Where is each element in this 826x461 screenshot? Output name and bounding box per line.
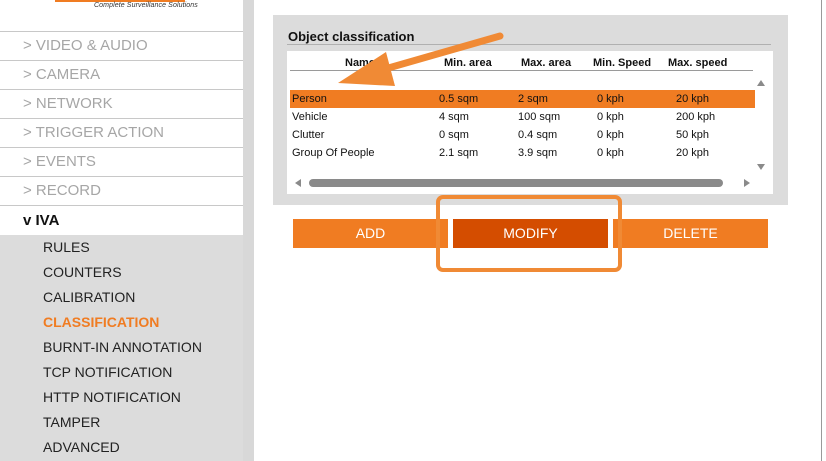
column-header-name[interactable]: Name: [345, 57, 375, 69]
submenu-item-calibration[interactable]: CALIBRATION: [43, 289, 135, 305]
cell-max-speed: 20 kph: [676, 93, 710, 105]
submenu-item-counters[interactable]: COUNTERS: [43, 264, 122, 280]
content-right-border: [821, 0, 822, 461]
logo-tagline: Complete Surveillance Solutions: [94, 2, 198, 9]
cell-max-area: 2 sqm: [518, 93, 548, 105]
panel-title-divider: [287, 44, 771, 45]
cell-max-speed: 50 kph: [676, 129, 710, 141]
column-header-max-area[interactable]: Max. area: [521, 57, 571, 69]
horizontal-scrollbar-thumb[interactable]: [309, 179, 723, 187]
table-row-vehicle[interactable]: Vehicle 4 sqm 100 sqm 0 kph 200 kph: [290, 108, 755, 126]
cell-min-area: 2.1 sqm: [439, 147, 479, 159]
menu-item-iva[interactable]: v IVA: [0, 205, 243, 235]
delete-button[interactable]: DELETE: [613, 219, 768, 248]
table-row-person[interactable]: Person 0.5 sqm 2 sqm 0 kph 20 kph: [290, 90, 755, 108]
menu-item-events[interactable]: > EVENTS: [0, 147, 243, 175]
cell-max-speed: 20 kph: [676, 147, 710, 159]
logo: Complete Surveillance Solutions: [0, 0, 243, 31]
cell-min-area: 0 sqm: [439, 129, 469, 141]
cell-max-area: 0.4 sqm: [518, 129, 558, 141]
scroll-right-icon[interactable]: [744, 179, 750, 187]
classification-table: Name Min. area Max. area Min. Speed Max.…: [287, 51, 773, 194]
scroll-down-icon[interactable]: [757, 164, 765, 170]
submenu-item-classification[interactable]: CLASSIFICATION: [43, 314, 159, 330]
table-row-clutter[interactable]: Clutter 0 sqm 0.4 sqm 0 kph 50 kph: [290, 126, 755, 144]
cell-min-speed: 0 kph: [597, 129, 624, 141]
cell-max-area: 3.9 sqm: [518, 147, 558, 159]
cell-min-speed: 0 kph: [597, 111, 624, 123]
scroll-left-icon[interactable]: [295, 179, 301, 187]
submenu-item-advanced[interactable]: ADVANCED: [43, 439, 120, 455]
column-header-max-speed[interactable]: Max. speed: [668, 57, 727, 69]
panel-title: Object classification: [288, 29, 415, 44]
sidebar-divider: [243, 0, 254, 461]
column-header-min-speed[interactable]: Min. Speed: [593, 57, 651, 69]
submenu-item-http-notification[interactable]: HTTP NOTIFICATION: [43, 389, 181, 405]
menu-item-record[interactable]: > RECORD: [0, 176, 243, 204]
scroll-up-icon[interactable]: [757, 80, 765, 86]
menu-item-trigger-action[interactable]: > TRIGGER ACTION: [0, 118, 243, 146]
submenu-item-burnt-in-annotation[interactable]: BURNT-IN ANNOTATION: [43, 339, 202, 355]
submenu-item-tcp-notification[interactable]: TCP NOTIFICATION: [43, 364, 172, 380]
cell-min-speed: 0 kph: [597, 93, 624, 105]
cell-name: Group Of People: [292, 147, 375, 159]
cell-max-area: 100 sqm: [518, 111, 561, 123]
object-classification-panel: Object classification Name Min. area Max…: [273, 15, 788, 205]
add-button[interactable]: ADD: [293, 219, 448, 248]
menu-item-network[interactable]: > NETWORK: [0, 89, 243, 117]
submenu-item-tamper[interactable]: TAMPER: [43, 414, 100, 430]
cell-min-area: 4 sqm: [439, 111, 469, 123]
table-row-group-of-people[interactable]: Group Of People 2.1 sqm 3.9 sqm 0 kph 20…: [290, 144, 755, 162]
menu-item-video-audio[interactable]: > VIDEO & AUDIO: [0, 31, 243, 59]
table-header-divider: [290, 70, 753, 71]
submenu-item-rules[interactable]: RULES: [43, 239, 90, 255]
cell-name: Person: [292, 93, 327, 105]
cell-max-speed: 200 kph: [676, 111, 716, 123]
sidebar: Complete Surveillance Solutions > VIDEO …: [0, 0, 244, 461]
menu-item-camera[interactable]: > CAMERA: [0, 60, 243, 88]
cell-name: Vehicle: [292, 111, 328, 123]
iva-submenu: RULES COUNTERS CALIBRATION CLASSIFICATIO…: [0, 235, 243, 461]
cell-min-speed: 0 kph: [597, 147, 624, 159]
column-header-min-area[interactable]: Min. area: [444, 57, 492, 69]
cell-name: Clutter: [292, 129, 325, 141]
cell-min-area: 0.5 sqm: [439, 93, 479, 105]
modify-highlight-box: [436, 195, 622, 272]
